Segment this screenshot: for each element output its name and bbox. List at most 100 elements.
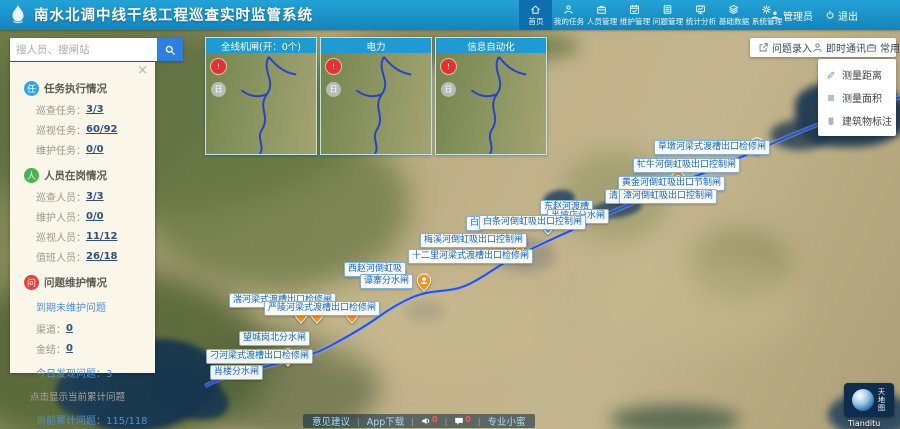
map-station-label[interactable]: 严陵河梁式渡槽出口检修闸 bbox=[264, 301, 380, 316]
minimap-panel-0[interactable]: 全线机闸(开：0个)!日 bbox=[205, 37, 317, 155]
briefcase-icon bbox=[596, 4, 607, 15]
tool-menu-label: 建筑物标注 bbox=[842, 113, 892, 128]
nav-label: 首页 bbox=[528, 16, 543, 26]
stat-value[interactable]: 3/3 bbox=[86, 104, 104, 115]
section-title-text: 任务执行情况 bbox=[44, 81, 107, 96]
separator: | bbox=[445, 417, 448, 426]
tool-menu-item-0[interactable]: 测量距离 bbox=[818, 63, 896, 86]
stat-value[interactable]: 0/0 bbox=[86, 144, 104, 155]
stat-value[interactable]: 11/12 bbox=[86, 231, 117, 242]
admin-user[interactable]: 管理员 bbox=[770, 8, 813, 23]
panel-link[interactable]: 到期未维护问题 bbox=[36, 299, 155, 314]
nav-item-maintenance[interactable]: 维护管理 bbox=[618, 0, 651, 30]
nav-item-issues[interactable]: 问题管理 bbox=[651, 0, 684, 30]
map-station-label[interactable]: 草墩河梁式渡槽出口检修闸 bbox=[654, 140, 770, 155]
map-toolbar: 问题录入即时通讯常用工具 bbox=[750, 38, 896, 57]
stat-row: 巡查人员：3/3 bbox=[36, 189, 155, 204]
logout-button[interactable]: 退出 bbox=[825, 8, 858, 23]
common-tools-button[interactable]: 常用工具 bbox=[866, 40, 900, 55]
nav-item-my-tasks[interactable]: 我的任务 bbox=[552, 0, 585, 30]
map-station-label[interactable]: 白条河倒虹吸出口控制闸 bbox=[479, 215, 586, 230]
nav-item-personnel[interactable]: 人员管理 bbox=[585, 0, 618, 30]
power-icon bbox=[825, 10, 835, 20]
section-title-text: 人员在岗情况 bbox=[44, 168, 107, 183]
section-title: 人人员在岗情况 bbox=[24, 168, 155, 183]
header-bar: 南水北调中线干线工程巡查实时监管系统 首页我的任务人员管理维护管理问题管理统计分… bbox=[0, 0, 900, 30]
user-icon bbox=[812, 42, 823, 53]
stat-value[interactable]: 26/18 bbox=[86, 251, 117, 262]
issue-entry-button[interactable]: 问题录入 bbox=[758, 40, 812, 55]
map-station-label[interactable]: 刁河梁式渡槽出口检修闸 bbox=[206, 349, 313, 364]
nav-label: 我的任务 bbox=[553, 16, 583, 26]
nav-item-home[interactable]: 首页 bbox=[519, 0, 552, 30]
minimap-panel-1[interactable]: 电力!日 bbox=[320, 37, 432, 155]
stats-section-2: 问问题维护情况到期未维护问题渠道：0金结：0今日发现问题：3点击显示当前累计问题… bbox=[24, 275, 155, 429]
map-station-label[interactable]: 谭寨分水闸 bbox=[360, 274, 413, 289]
building-icon bbox=[826, 116, 836, 126]
tool-menu-item-2[interactable]: 建筑物标注 bbox=[818, 109, 896, 132]
search-input[interactable] bbox=[10, 38, 157, 61]
nav-item-statistics[interactable]: 统计分析 bbox=[684, 0, 717, 30]
minimap-panel-2[interactable]: 信息自动化!日 bbox=[435, 37, 547, 155]
stat-value[interactable]: 60/92 bbox=[86, 124, 117, 135]
terrain-patch bbox=[600, 250, 800, 350]
map-station-label[interactable]: 漳河倒虹吸出口控制闸 bbox=[619, 189, 717, 204]
minimap-alert-button[interactable]: ! bbox=[211, 59, 226, 74]
stats-section-1: 人人员在岗情况巡查人员：3/3维护人员：0/0巡视人员：11/12值班人员：26… bbox=[24, 168, 155, 264]
layers-icon bbox=[728, 4, 739, 15]
map-station-label[interactable]: 肖楼分水闸 bbox=[210, 365, 263, 380]
search-button[interactable] bbox=[157, 38, 183, 61]
tool-menu-item-1[interactable]: 测量面积 bbox=[818, 86, 896, 109]
close-icon[interactable]: × bbox=[137, 63, 148, 78]
tool-menu-label: 测量距离 bbox=[842, 67, 882, 82]
map-station-label[interactable]: 十二里河梁式渡槽出口检修闸 bbox=[408, 249, 533, 264]
stat-value[interactable]: 0 bbox=[66, 343, 73, 354]
stat-value[interactable]: 3/3 bbox=[86, 191, 104, 202]
stat-value[interactable]: 0/0 bbox=[86, 211, 104, 222]
nav-label: 人员管理 bbox=[586, 16, 616, 26]
toolbar-label: 问题录入 bbox=[772, 40, 812, 55]
speaker-badge[interactable]: 0 bbox=[421, 416, 438, 426]
toolbar-label: 即时通讯 bbox=[826, 40, 866, 55]
calendar-icon bbox=[629, 4, 640, 15]
stat-row: 巡视任务：60/92 bbox=[36, 122, 155, 137]
export-icon bbox=[758, 42, 769, 53]
user-icon bbox=[770, 10, 780, 20]
globe-icon bbox=[852, 389, 874, 411]
bottom-bar-link[interactable]: 专业小蜜 bbox=[488, 414, 526, 428]
stat-row: 渠道：0 bbox=[36, 321, 155, 336]
stat-label: 巡视任务： bbox=[36, 122, 86, 137]
badge-count: 0 bbox=[465, 416, 471, 424]
section-title: 问问题维护情况 bbox=[24, 275, 155, 290]
stat-row: 巡查任务：3/3 bbox=[36, 102, 155, 117]
station-pin[interactable] bbox=[417, 273, 432, 292]
instant-messaging-button[interactable]: 即时通讯 bbox=[812, 40, 866, 55]
search-bar bbox=[10, 38, 183, 61]
stat-row: 维护任务：0/0 bbox=[36, 142, 155, 157]
bottom-bar-link[interactable]: App下载 bbox=[367, 414, 405, 428]
toolbar-label: 常用工具 bbox=[880, 40, 900, 55]
chat-badge[interactable]: 0 bbox=[454, 416, 471, 426]
map-station-label[interactable]: 梅溪河倒虹吸出口控制闸 bbox=[420, 233, 527, 248]
minimap-layer-button[interactable]: 日 bbox=[441, 82, 456, 97]
water-logo-icon bbox=[7, 3, 29, 25]
bottom-bar-link[interactable]: 意见建议 bbox=[312, 414, 350, 428]
minimap-layer-button[interactable]: 日 bbox=[326, 82, 341, 97]
nav-label: 统计分析 bbox=[685, 16, 715, 26]
map-station-label[interactable]: 牤牛河倒虹吸出口控制闸 bbox=[633, 158, 740, 173]
stat-value[interactable]: 0 bbox=[66, 323, 73, 334]
chat-icon bbox=[454, 416, 464, 426]
minimap-layer-button[interactable]: 日 bbox=[211, 82, 226, 97]
stat-row: 维护人员：0/0 bbox=[36, 209, 155, 224]
minimap-alert-button[interactable]: ! bbox=[441, 59, 456, 74]
stats-section-0: 任任务执行情况巡查任务：3/3 巡视任务：60/92 维护任务：0/0 bbox=[24, 81, 155, 157]
map-station-label[interactable]: 望城岗北分水闸 bbox=[239, 331, 310, 346]
minimap-alert-button[interactable]: ! bbox=[326, 59, 341, 74]
panel-link[interactable]: 今日发现问题：3 bbox=[36, 365, 155, 380]
nav-label: 基础数据 bbox=[718, 16, 748, 26]
panel-hint: 点击显示当前累计问题 bbox=[30, 389, 155, 403]
app-window: 草墩河梁式渡槽出口检修闸牤牛河倒虹吸出口控制闸黄金河倒虹吸出口节制闸清漳河倒虹吸… bbox=[0, 0, 900, 429]
nav-item-base-data[interactable]: 基础数据 bbox=[717, 0, 750, 30]
panel-link[interactable]: 当前累计问题：115/118 bbox=[36, 412, 155, 427]
section-title: 任任务执行情况 bbox=[24, 81, 155, 96]
